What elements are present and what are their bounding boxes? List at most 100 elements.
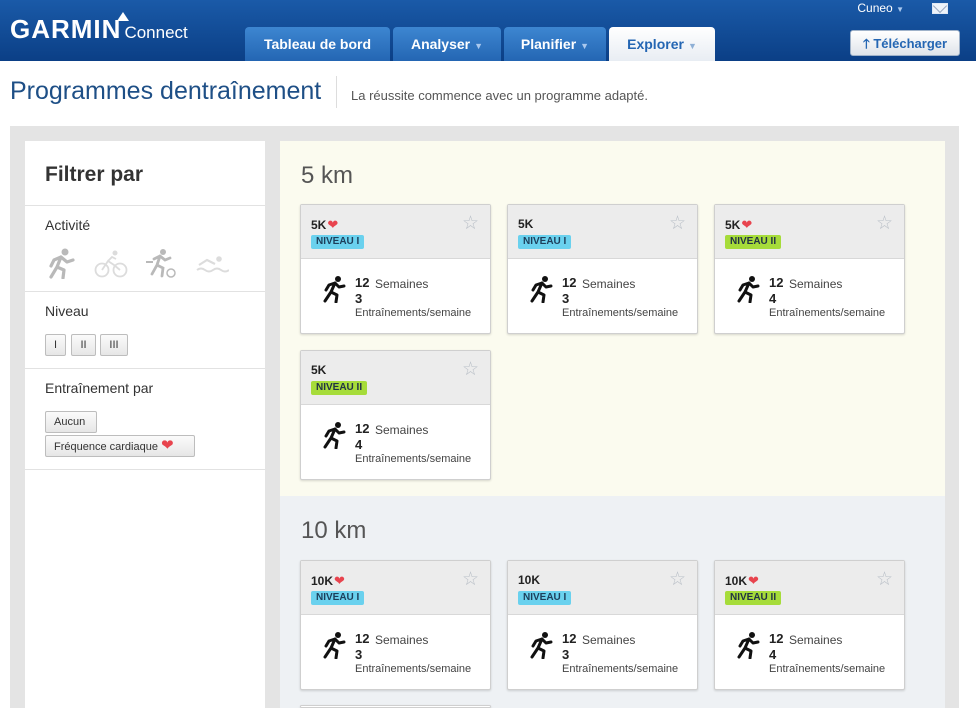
heart-icon: ❤ [741,217,753,232]
card-header: 10K NIVEAU I ☆ [508,561,697,615]
sessions-label: Entraînements/semaine [355,307,472,319]
user-name: Cuneo [857,1,893,15]
heart-icon: ❤ [748,573,759,588]
sessions-label: Entraînements/semaine [355,663,472,675]
weeks-label: Semaines [375,633,429,647]
tab-label: Planifier [520,36,577,52]
favorite-star-icon[interactable]: ☆ [669,212,686,235]
weeks-label: Semaines [375,423,429,437]
tab-planifier[interactable]: Planifier ▼ [504,27,606,61]
level-filter-ii[interactable]: II [71,334,96,356]
logo-triangle-icon [117,12,129,21]
top-navigation-bar: GARMIN Connect Cuneo ▼ Tableau de bord An… [0,0,976,61]
filter-sidebar: Filtrer par Activité Niveau I II III Ent… [25,141,265,708]
weeks-count: 12 [355,275,370,290]
divider [25,291,265,292]
program-card[interactable]: 10K❤ NIVEAU I ☆ 12 Semaines 3 Entraînements/se… [300,560,491,690]
training-none-button[interactable]: Aucun [45,411,97,433]
heart-rate-label: Fréquence cardiaque [54,441,158,453]
level-badge: NIVEAU I [311,235,365,249]
program-name: 10K❤ [725,573,759,589]
favorite-star-icon[interactable]: ☆ [462,358,479,381]
running-icon [737,276,760,303]
level-badge: NIVEAU I [518,591,572,605]
level-filter-iii[interactable]: III [100,334,128,356]
card-header: 5K NIVEAU II ☆ [301,351,490,405]
filter-title: Filtrer par [45,163,144,186]
page-title: Programmes dentraînement [10,77,322,105]
card-header: 10K❤ NIVEAU II ☆ [715,561,904,615]
program-name-text: 5K [311,218,327,232]
favorite-star-icon[interactable]: ☆ [462,212,479,235]
level-badge: NIVEAU II [311,381,368,395]
triathlon-icon[interactable] [144,247,178,279]
program-card[interactable]: 10K❤ NIVEAU II ☆ 12 Semaines 4 Entraînements/s… [714,560,905,690]
tab-tableau-de-bord[interactable]: Tableau de bord [245,27,390,61]
logo-sub-text: Connect [124,23,188,42]
program-card[interactable]: 10K NIVEAU I ☆ 12 Semaines 3 Entraînements/sem… [507,560,698,690]
favorite-star-icon[interactable]: ☆ [669,568,686,591]
level-filter-i[interactable]: I [45,334,66,356]
running-icon [323,632,346,659]
level-badge: NIVEAU I [518,235,572,249]
level-label: Niveau [45,303,89,319]
sessions-label: Entraînements/semaine [562,307,679,319]
card-header: 10K❤ NIVEAU I ☆ [301,561,490,615]
program-name: 5K [311,363,326,377]
running-icon [323,422,346,449]
program-name: 5K❤ [725,217,752,233]
title-divider [336,76,337,108]
program-card[interactable]: 5K❤ NIVEAU I ☆ 12 Semaines 3 Entraînements/sem… [300,204,491,334]
program-card[interactable]: 5K NIVEAU II ☆ 12 Semaines 4 Entraînements/sem… [300,350,491,480]
tab-explorer[interactable]: Explorer ▼ [609,27,715,61]
sessions-count: 3 [562,647,570,662]
sessions-count: 3 [562,291,570,306]
program-name-text: 10K [311,574,334,588]
page-subtitle: La réussite commence avec un programme a… [351,88,648,103]
garmin-connect-logo[interactable]: GARMIN Connect [10,12,188,45]
weeks-count: 12 [562,275,577,290]
chevron-down-icon: ▼ [474,41,484,51]
cycling-icon[interactable] [94,247,128,279]
running-icon [530,632,553,659]
logo-brand-text: GARMIN [10,14,122,44]
sessions-label: Entraînements/semaine [355,453,472,465]
sessions-label: Entraînements/semaine [562,663,679,675]
program-name: 5K❤ [311,217,338,233]
favorite-star-icon[interactable]: ☆ [876,212,893,235]
weeks-label: Semaines [375,277,429,291]
heart-icon: ❤ [161,437,174,454]
upload-arrow-icon: 🡑 [862,36,870,51]
favorite-star-icon[interactable]: ☆ [876,568,893,591]
weeks-count: 12 [355,421,370,436]
running-icon [737,632,760,659]
favorite-star-icon[interactable]: ☆ [462,568,479,591]
weeks-count: 12 [769,275,784,290]
tab-label: Explorer [627,36,684,52]
program-name-text: 5K [518,217,534,231]
weeks-label: Semaines [789,277,843,291]
program-name: 5K [518,217,533,231]
program-card[interactable]: 5K NIVEAU I ☆ 12 Semaines 3 Entraînements/sema… [507,204,698,334]
level-badge: NIVEAU II [725,591,782,605]
mail-icon[interactable] [932,3,948,14]
program-name: 10K [518,573,540,587]
swimming-icon[interactable] [195,247,229,279]
user-menu[interactable]: Cuneo ▼ [857,1,904,15]
upload-button[interactable]: 🡑 Télécharger [850,30,960,56]
divider [25,368,265,369]
training-label: Entraînement par [45,380,154,396]
level-badge: NIVEAU I [311,591,365,605]
tab-analyser[interactable]: Analyser ▼ [393,27,501,61]
program-name-text: 10K [725,574,748,588]
running-icon[interactable] [43,247,77,279]
sessions-count: 4 [355,437,363,452]
program-name-text: 5K [725,218,741,232]
sessions-count: 3 [355,647,363,662]
program-card[interactable]: 5K❤ NIVEAU II ☆ 12 Semaines 4 Entraînements/se… [714,204,905,334]
section-title: 5 km [301,162,354,189]
user-chevron-down-icon: ▼ [896,5,904,14]
divider [25,469,265,470]
training-heart-rate-button[interactable]: Fréquence cardiaque ❤ [45,435,195,457]
section-title: 10 km [301,517,367,544]
